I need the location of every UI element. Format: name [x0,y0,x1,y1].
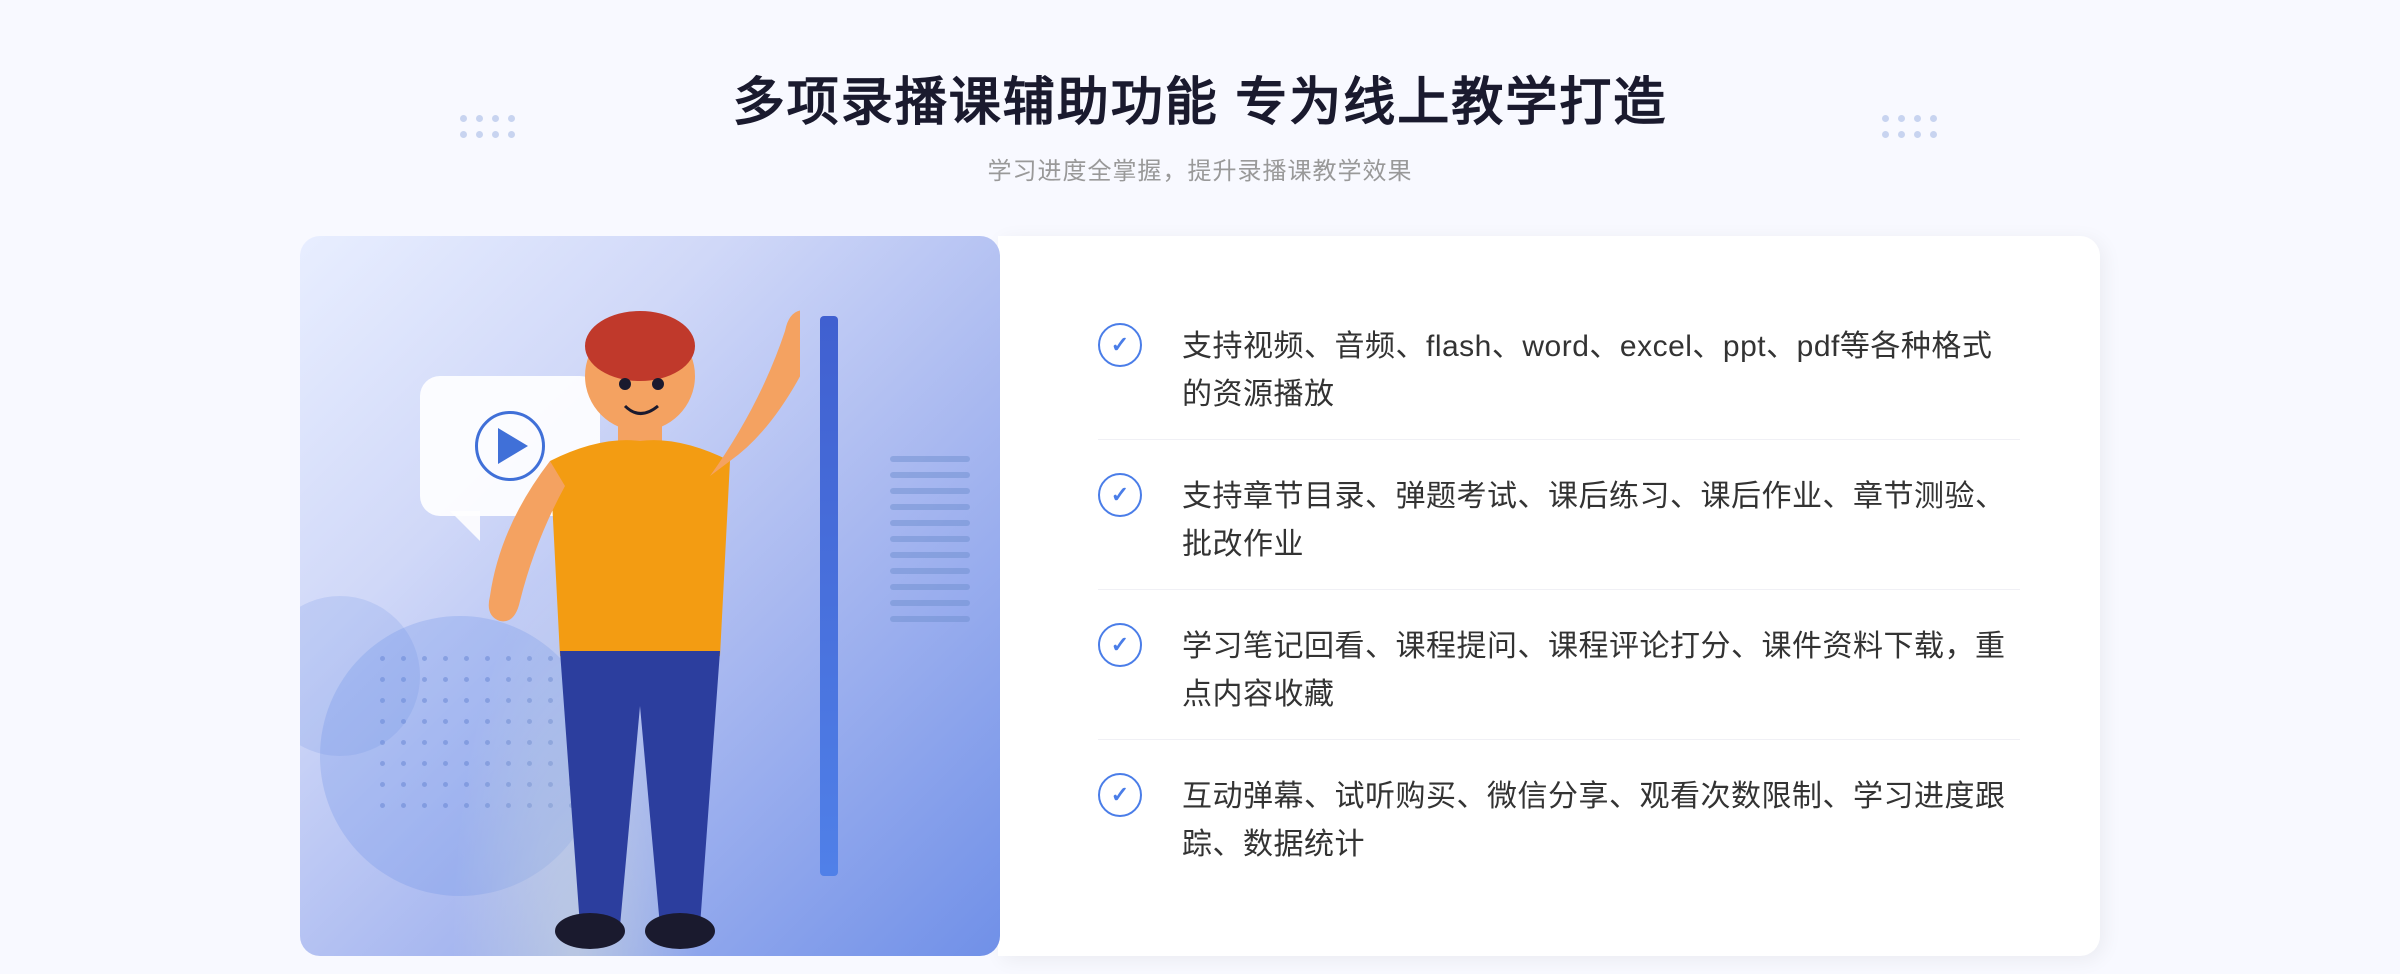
page-subtitle: 学习进度全掌握，提升录播课教学效果 [733,151,1667,186]
feature-item-4: ✓ 互动弹幕、试听购买、微信分享、观看次数限制、学习进度跟踪、数据统计 [1098,753,2020,889]
person-illustration [400,276,800,956]
feature-item-2: ✓ 支持章节目录、弹题考试、课后练习、课后作业、章节测验、批改作业 [1098,453,2020,590]
blue-vertical-bar [820,316,838,876]
feature-text-4: 互动弹幕、试听购买、微信分享、观看次数限制、学习进度跟踪、数据统计 [1182,773,2020,869]
corner-dots-right [1882,115,1940,141]
header-section: 多项录播课辅助功能 专为线上教学打造 学习进度全掌握，提升录播课教学效果 [733,0,1667,216]
illustration-panel [300,236,1000,956]
check-icon-2: ✓ [1111,482,1129,508]
check-icon-1: ✓ [1111,332,1129,358]
feature-text-2: 支持章节目录、弹题考试、课后练习、课后作业、章节测验、批改作业 [1182,473,2020,569]
feature-item-1: ✓ 支持视频、音频、flash、word、excel、ppt、pdf等各种格式的… [1098,303,2020,440]
check-icon-3: ✓ [1111,632,1129,658]
corner-dots-left [460,115,518,141]
main-content: » [300,236,2100,956]
features-panel: ✓ 支持视频、音频、flash、word、excel、ppt、pdf等各种格式的… [998,236,2100,956]
check-icon-4: ✓ [1111,782,1129,808]
feature-text-1: 支持视频、音频、flash、word、excel、ppt、pdf等各种格式的资源… [1182,323,2020,419]
check-circle-1: ✓ [1098,323,1142,367]
check-circle-2: ✓ [1098,473,1142,517]
feature-item-3: ✓ 学习笔记回看、课程提问、课程评论打分、课件资料下载，重点内容收藏 [1098,603,2020,740]
page-container: 多项录播课辅助功能 专为线上教学打造 学习进度全掌握，提升录播课教学效果 » [0,0,2400,974]
page-title: 多项录播课辅助功能 专为线上教学打造 [733,60,1667,135]
check-circle-3: ✓ [1098,623,1142,667]
check-circle-4: ✓ [1098,773,1142,817]
feature-text-3: 学习笔记回看、课程提问、课程评论打分、课件资料下载，重点内容收藏 [1182,623,2020,719]
stripe-decoration [890,456,970,656]
